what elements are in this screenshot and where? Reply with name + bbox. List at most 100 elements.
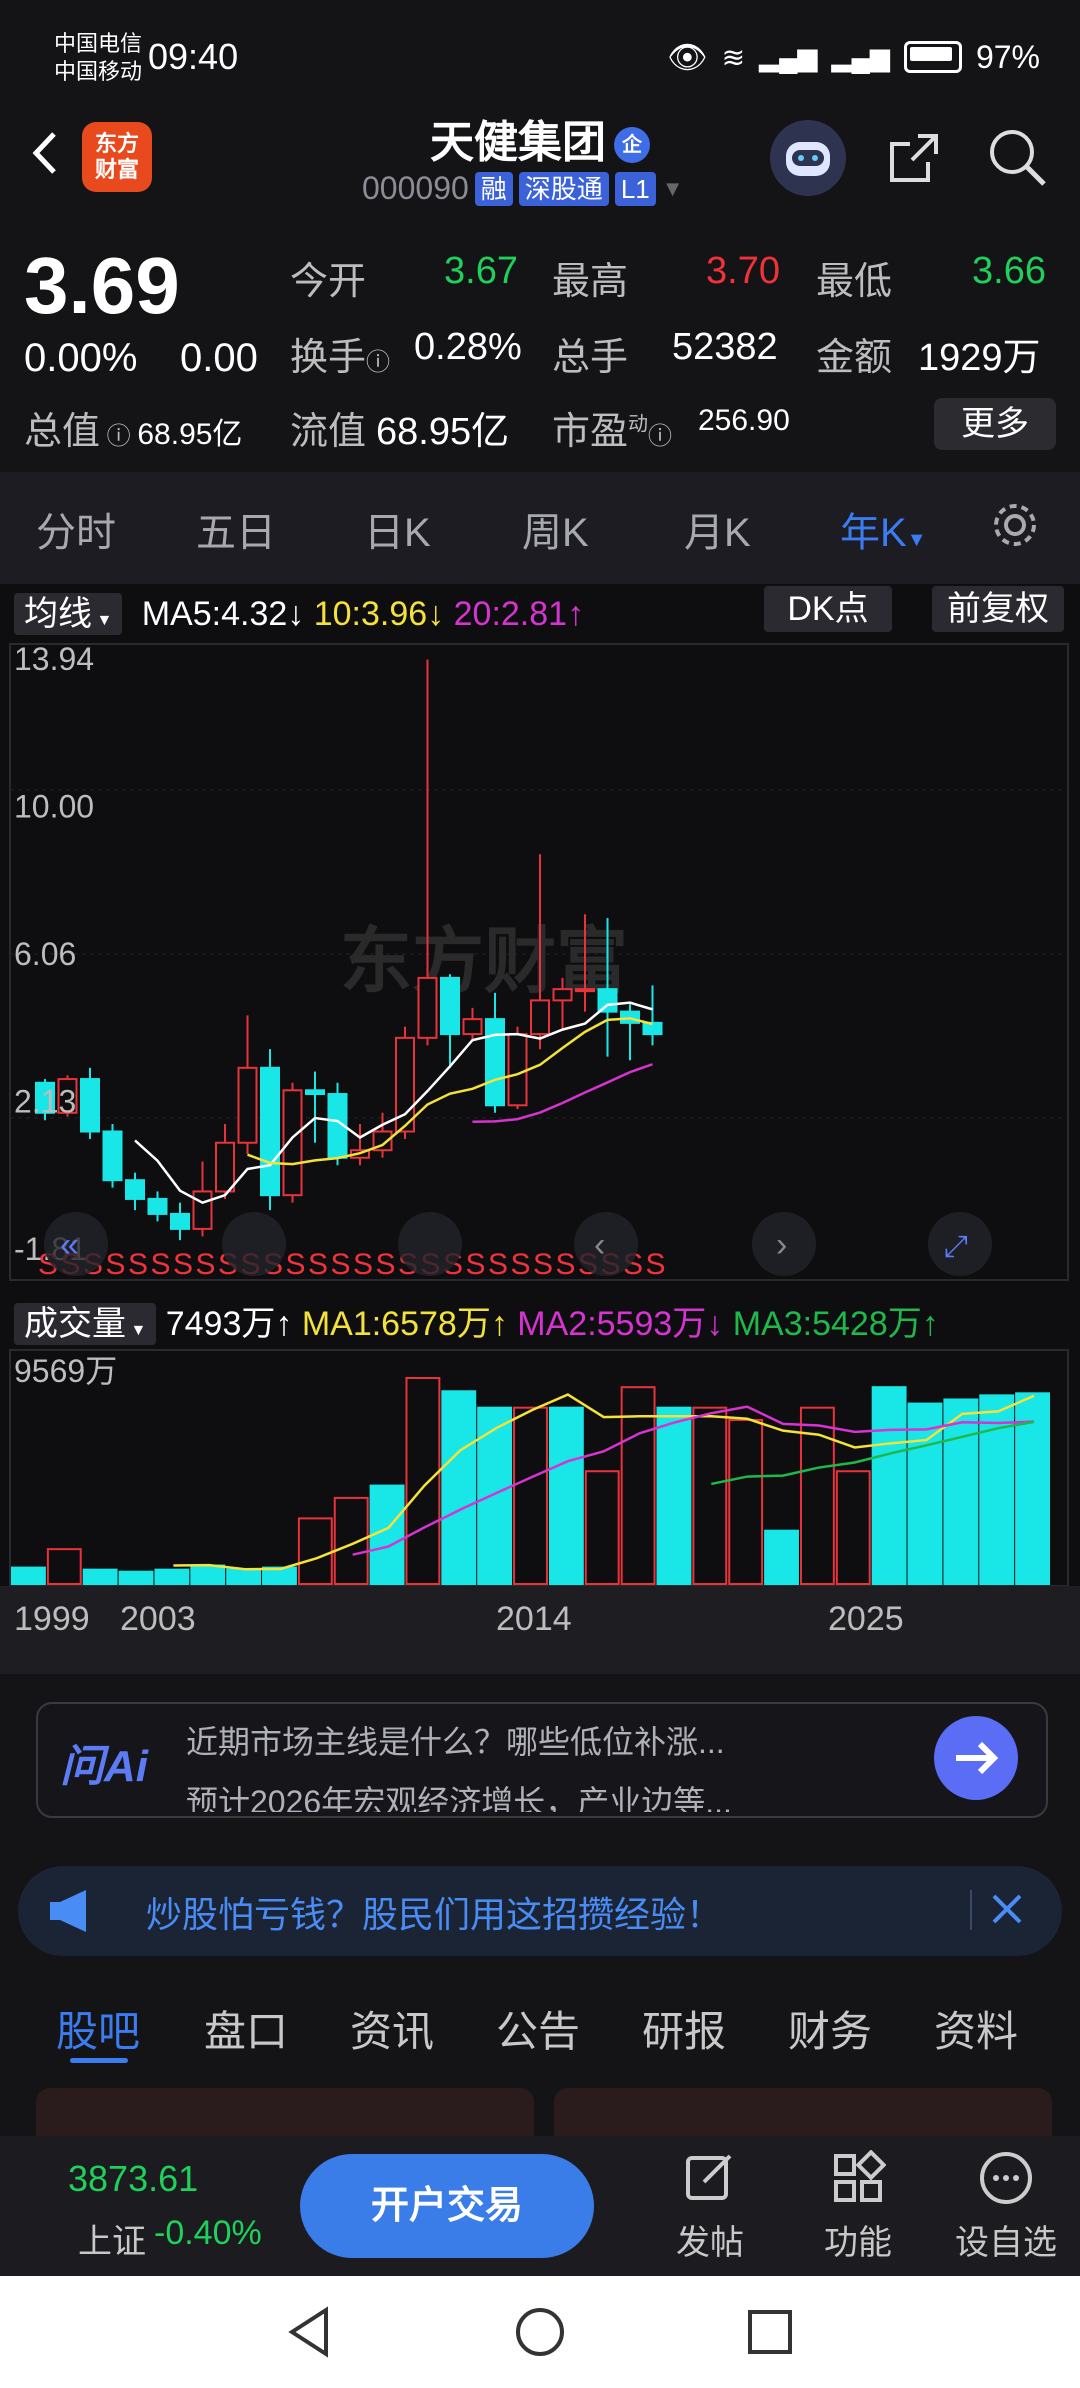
content-card-right[interactable] bbox=[554, 2088, 1052, 2136]
adjust-button[interactable]: 前复权 bbox=[932, 586, 1064, 632]
market-cap: 总值 ⓘ 68.95亿 bbox=[24, 400, 242, 455]
zoom-in-button[interactable] bbox=[398, 1212, 462, 1276]
tab-daily-k[interactable]: 日K bbox=[364, 500, 431, 558]
high-value: 3.70 bbox=[706, 250, 780, 292]
volume-bar bbox=[154, 1568, 190, 1586]
index-value[interactable]: 3873.61 bbox=[68, 2158, 198, 2200]
index-name[interactable]: 上证 bbox=[78, 2214, 146, 2263]
ma-legend: 均线 ▼ MA5:4.32↓ 10:3.96↓ 20:2.81↑ bbox=[14, 586, 584, 635]
zoom-out-button[interactable] bbox=[222, 1212, 286, 1276]
vma1-value: MA1:6578万 bbox=[301, 1305, 491, 1343]
search-icon[interactable] bbox=[984, 124, 1050, 190]
stock-code-row: 000090 融 深股通 L1 ▼ bbox=[362, 170, 684, 207]
tab-monthly-k[interactable]: 月K bbox=[684, 500, 751, 558]
active-tab-indicator bbox=[70, 2058, 128, 2063]
s-marker: S bbox=[173, 1248, 193, 1281]
ma-selector[interactable]: 均线 ▼ bbox=[14, 593, 123, 635]
candle bbox=[237, 1066, 258, 1144]
x-axis-label: 2025 bbox=[828, 1600, 904, 1638]
carrier-labels: 中国电信 中国移动 bbox=[54, 30, 142, 86]
volume-bar bbox=[728, 1418, 764, 1585]
tab-announcements[interactable]: 公告 bbox=[496, 1998, 580, 2059]
stock-code: 000090 bbox=[362, 170, 469, 206]
carrier-2: 中国移动 bbox=[54, 59, 143, 84]
pe-label-text: 市盈 bbox=[552, 411, 629, 453]
add-watchlist-button[interactable]: 设自选 bbox=[946, 2150, 1066, 2264]
ai-suggestions[interactable]: 近期市场主线是什么？哪些低位补涨... 预计2026年宏观经济增长，产业边等..… bbox=[186, 1712, 886, 1812]
s-marker: S bbox=[286, 1248, 306, 1281]
tab-financials[interactable]: 财务 bbox=[788, 1998, 872, 2059]
open-account-trade-button[interactable]: 开户交易 bbox=[300, 2154, 594, 2258]
info-icon[interactable]: ⓘ bbox=[648, 423, 672, 450]
dk-point-button[interactable]: DK点 bbox=[764, 586, 892, 632]
ai-go-button[interactable] bbox=[934, 1716, 1018, 1800]
tab-forum[interactable]: 股吧 bbox=[56, 1998, 140, 2059]
price-chart[interactable]: 东方财富 13.9410.006.062.13-1.81 SSSSSSSSSSS… bbox=[0, 636, 1080, 1286]
info-icon[interactable]: ⓘ bbox=[100, 423, 137, 450]
ai-suggestion-1[interactable]: 近期市场主线是什么？哪些低位补涨... bbox=[186, 1712, 886, 1772]
up-arrow-icon: ↑ bbox=[275, 1305, 293, 1343]
chevron-right-icon: › bbox=[776, 1226, 787, 1264]
tag-connect: 深股通 bbox=[518, 171, 609, 206]
s-marker: S bbox=[646, 1248, 666, 1281]
promo-text[interactable]: 炒股怕亏钱？股民们用这招攒经验！ bbox=[146, 1886, 722, 1938]
nav-recents-icon[interactable] bbox=[742, 2304, 798, 2360]
volume-selector[interactable]: 成交量 ▼ bbox=[14, 1303, 157, 1345]
candle bbox=[305, 1089, 325, 1096]
price-axis-label: 2.13 bbox=[14, 1083, 76, 1119]
candle bbox=[462, 1018, 483, 1036]
down-arrow-icon: ↓ bbox=[706, 1305, 724, 1343]
volume-bar bbox=[584, 1470, 620, 1585]
tab-orderbook[interactable]: 盘口 bbox=[204, 1998, 288, 2059]
ai-logo: 问Ai bbox=[60, 1742, 148, 1791]
market-cap-value: 68.95亿 bbox=[137, 418, 243, 451]
market-cap-label: 总值 bbox=[24, 411, 101, 453]
nav-back-icon[interactable] bbox=[282, 2304, 338, 2360]
function-button[interactable]: 功能 bbox=[798, 2149, 918, 2264]
price-axis-label: 13.94 bbox=[14, 641, 94, 677]
dropdown-icon[interactable]: ▼ bbox=[662, 176, 684, 202]
volume-bar bbox=[405, 1377, 441, 1585]
ma20-value: 20:2.81 bbox=[453, 595, 568, 633]
share-icon[interactable] bbox=[884, 128, 944, 188]
index-change[interactable]: -0.40% bbox=[154, 2214, 262, 2253]
change-amount: 0.00 bbox=[180, 336, 258, 380]
ai-suggestion-2[interactable]: 预计2026年宏观经济增长，产业边等... bbox=[186, 1772, 886, 1812]
content-card-left[interactable] bbox=[36, 2088, 534, 2136]
tab-news[interactable]: 资讯 bbox=[350, 1998, 434, 2059]
tab-five-day[interactable]: 五日 bbox=[196, 500, 276, 558]
eye-icon: 👁 bbox=[667, 39, 708, 75]
volume-bar bbox=[118, 1570, 154, 1585]
float-value: 68.95亿 bbox=[376, 411, 510, 453]
pe-label: 市盈动ⓘ bbox=[552, 400, 672, 455]
volume-bar bbox=[477, 1406, 513, 1586]
post-button[interactable]: 发帖 bbox=[650, 2150, 770, 2264]
tab-research[interactable]: 研报 bbox=[642, 1998, 726, 2059]
scroll-left-button[interactable] bbox=[574, 1212, 638, 1276]
volume-bar bbox=[548, 1406, 584, 1586]
close-icon[interactable] bbox=[990, 1892, 1024, 1926]
more-dots-icon bbox=[980, 2152, 1032, 2204]
tab-weekly-k[interactable]: 周K bbox=[522, 500, 589, 558]
tab-yearly-k[interactable]: 年K▼ bbox=[840, 500, 926, 558]
settings-gear-icon[interactable] bbox=[990, 500, 1040, 550]
amount-label: 金额 bbox=[816, 337, 893, 379]
volume-label: 成交量 bbox=[24, 1305, 126, 1343]
tab-profile[interactable]: 资料 bbox=[934, 1998, 1018, 2059]
high-label: 最高 bbox=[552, 261, 629, 303]
float-label: 流值 bbox=[290, 411, 367, 453]
robot-assistant-icon[interactable] bbox=[770, 120, 846, 196]
volume-label: 总手 bbox=[552, 337, 629, 379]
nav-home-icon[interactable] bbox=[512, 2304, 568, 2360]
open-label: 今开 bbox=[290, 261, 367, 303]
tab-intraday[interactable]: 分时 bbox=[36, 500, 116, 558]
volume-chart[interactable]: 9569万 1999 2003 2014 2025 bbox=[0, 1348, 1080, 1674]
candle bbox=[552, 988, 573, 1002]
megaphone-icon bbox=[50, 1890, 86, 1932]
volume-bar bbox=[190, 1564, 226, 1586]
s-marker: S bbox=[331, 1248, 351, 1281]
more-button[interactable]: 更多 bbox=[934, 398, 1056, 450]
clock: 09:40 bbox=[148, 36, 239, 77]
info-icon[interactable]: ⓘ bbox=[366, 349, 390, 376]
low-value: 3.66 bbox=[972, 250, 1046, 292]
